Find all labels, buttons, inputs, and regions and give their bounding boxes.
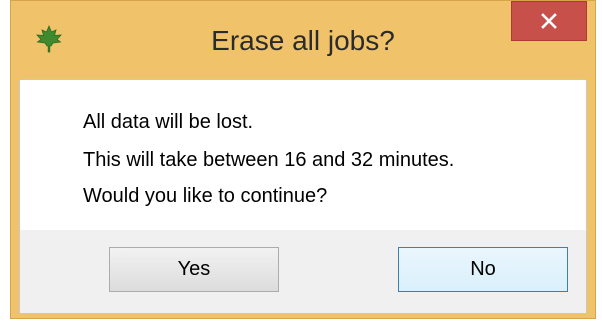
- message-line-3: Would you like to continue?: [83, 185, 328, 207]
- no-button[interactable]: No: [398, 247, 568, 292]
- close-icon: [541, 13, 557, 29]
- title-bar[interactable]: Erase all jobs?: [11, 1, 595, 79]
- dialog-body: All data will be lost. This will take be…: [19, 79, 587, 313]
- message-line-1: All data will be lost.: [83, 111, 254, 133]
- message-line-2: This will take between 16 and 32 minutes…: [83, 149, 455, 171]
- dialog-window: Erase all jobs? All data will be lost. T…: [10, 0, 596, 319]
- close-button[interactable]: [511, 1, 587, 41]
- yes-button[interactable]: Yes: [109, 247, 279, 292]
- button-bar: Yes No: [20, 230, 586, 313]
- dialog-title: Erase all jobs?: [211, 25, 395, 56]
